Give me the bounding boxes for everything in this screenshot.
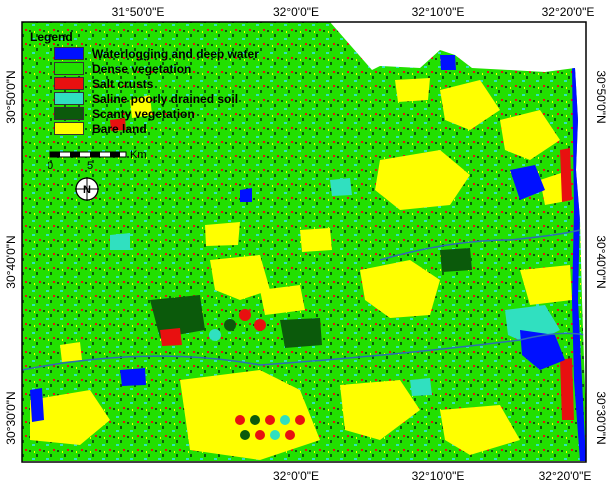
legend-swatch (54, 92, 84, 105)
top-coord-3: 32°10'0"E (412, 5, 465, 19)
legend-swatch (54, 122, 84, 135)
left-coordinate-labels: 30°50'0"N 30°40'0"N 30°30'0"N (4, 70, 18, 444)
scale-mid: 5 (87, 160, 93, 172)
legend-swatch (54, 47, 84, 60)
legend-label: Saline poorly drained soil (92, 91, 239, 106)
legend-items: Waterlogging and deep water Dense vegetat… (30, 46, 265, 136)
right-coordinate-labels: 30°50'0"N 30°40'0"N 30°30'0"N (594, 70, 608, 444)
left-coord-1: 30°50'0"N (4, 70, 18, 123)
bottom-coordinate-labels: 32°0'0"E 32°10'0"E 32°20'0"E (273, 469, 591, 483)
legend-label: Scanty vegetation (92, 106, 195, 121)
legend-item: Dense vegetation (54, 61, 265, 76)
legend-title: Legend (30, 30, 73, 44)
top-coord-1: 31°50'0"E (112, 5, 165, 19)
legend-swatch (54, 77, 84, 90)
legend-swatch (54, 62, 84, 75)
bottom-coord-3: 32°20'0"E (539, 469, 592, 483)
legend-label: Bare land (92, 121, 147, 136)
legend: Legend Waterlogging and deep water Dense … (30, 30, 265, 136)
bottom-coord-2: 32°10'0"E (412, 469, 465, 483)
left-coord-2: 30°40'0"N (4, 235, 18, 288)
scale-zero: 0 (48, 160, 53, 172)
legend-item: Bare land (54, 121, 265, 136)
legend-item: Scanty vegetation (54, 106, 265, 121)
legend-label: Salt crusts (92, 76, 154, 91)
scale-bar: 0 5 Km (47, 149, 178, 180)
bottom-coord-1: 32°0'0"E (273, 469, 319, 483)
right-coord-1: 30°50'0"N (594, 70, 608, 123)
north-letter: N (83, 184, 91, 196)
top-coordinate-labels: 31°50'0"E 32°0'0"E 32°10'0"E 32°20'0"E (112, 5, 595, 19)
right-coord-3: 30°30'0"N (594, 391, 608, 444)
top-coord-2: 32°0'0"E (273, 5, 319, 19)
legend-label: Dense vegetation (92, 61, 192, 76)
top-coord-4: 32°20'0"E (542, 5, 595, 19)
legend-swatch (54, 107, 84, 120)
legend-item: Salt crusts (54, 76, 265, 91)
north-arrow-icon: N (74, 176, 100, 207)
legend-label: Waterlogging and deep water (92, 46, 259, 61)
land-cover-map: 31°50'0"E 32°0'0"E 32°10'0"E 32°20'0"E 3… (0, 0, 609, 491)
right-coord-2: 30°40'0"N (594, 235, 608, 288)
legend-item: Waterlogging and deep water (54, 46, 265, 61)
scale-unit: Km (130, 150, 147, 161)
legend-item: Saline poorly drained soil (54, 91, 265, 106)
scale-bar-graphic: 0 5 Km (47, 149, 147, 172)
left-coord-3: 30°30'0"N (4, 391, 18, 444)
